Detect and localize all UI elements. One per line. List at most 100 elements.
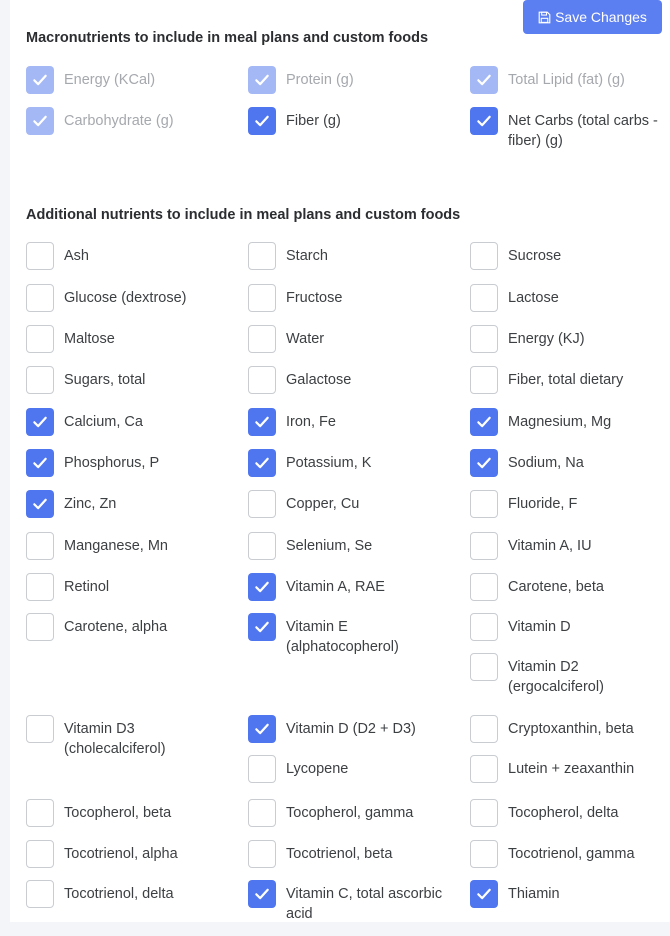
nutrient-checkbox[interactable] [470,366,498,394]
nutrient-option-tocopherol-gamma[interactable]: Tocopherol, gamma [248,799,470,827]
nutrient-option-sugars-total[interactable]: Sugars, total [26,366,248,394]
nutrient-option-vitamin-d2-ergocalciferol[interactable]: Vitamin D2 (ergocalciferol) [470,653,670,697]
nutrient-option-galactose[interactable]: Galactose [248,366,470,394]
nutrient-option-lactose[interactable]: Lactose [470,284,670,312]
save-changes-button[interactable]: Save Changes [523,0,662,34]
nutrient-option-net-carbs-total-carbs-fiber-g[interactable]: Net Carbs (total carbs - fiber) (g) [470,107,670,151]
nutrient-checkbox[interactable] [26,715,54,743]
nutrient-checkbox[interactable] [248,715,276,743]
nutrient-checkbox[interactable] [470,573,498,601]
nutrient-checkbox[interactable] [470,408,498,436]
nutrient-checkbox[interactable] [470,284,498,312]
additional-nutrient-column: Fructose [248,284,470,324]
additional-nutrient-column: Copper, Cu [248,490,470,530]
nutrient-option-magnesium-mg[interactable]: Magnesium, Mg [470,408,670,436]
nutrient-checkbox[interactable] [470,840,498,868]
nutrient-option-sucrose[interactable]: Sucrose [470,242,670,270]
nutrient-checkbox[interactable] [470,449,498,477]
nutrient-option-maltose[interactable]: Maltose [26,325,248,353]
nutrient-option-iron-fe[interactable]: Iron, Fe [248,408,470,436]
nutrient-option-tocotrienol-alpha[interactable]: Tocotrienol, alpha [26,840,248,868]
nutrient-option-vitamin-a-rae[interactable]: Vitamin A, RAE [248,573,470,601]
nutrient-option-cryptoxanthin-beta[interactable]: Cryptoxanthin, beta [470,715,670,743]
nutrient-option-fiber-total-dietary[interactable]: Fiber, total dietary [470,366,670,394]
nutrient-checkbox[interactable] [248,408,276,436]
nutrient-option-sodium-na[interactable]: Sodium, Na [470,449,670,477]
nutrient-option-lycopene[interactable]: Lycopene [248,755,470,783]
nutrient-option-vitamin-d-d2-d3[interactable]: Vitamin D (D2 + D3) [248,715,470,743]
nutrient-checkbox[interactable] [470,242,498,270]
nutrient-checkbox[interactable] [248,840,276,868]
nutrient-option-carotene-beta[interactable]: Carotene, beta [470,573,670,601]
nutrient-checkbox[interactable] [26,366,54,394]
nutrient-checkbox[interactable] [26,799,54,827]
nutrient-option-potassium-k[interactable]: Potassium, K [248,449,470,477]
nutrient-checkbox[interactable] [470,490,498,518]
nutrient-option-selenium-se[interactable]: Selenium, Se [248,532,470,560]
nutrient-checkbox[interactable] [248,573,276,601]
nutrient-option-fiber-g[interactable]: Fiber (g) [248,107,470,135]
nutrient-checkbox[interactable] [248,366,276,394]
nutrient-checkbox[interactable] [470,653,498,681]
nutrient-checkbox[interactable] [26,532,54,560]
nutrient-checkbox[interactable] [248,284,276,312]
nutrient-checkbox[interactable] [248,490,276,518]
nutrient-checkbox[interactable] [26,573,54,601]
nutrient-option-vitamin-e-alphatocopherol[interactable]: Vitamin E (alphatocopherol) [248,613,470,657]
nutrient-checkbox[interactable] [248,532,276,560]
nutrient-checkbox[interactable] [248,107,276,135]
nutrient-option-phosphorus-p[interactable]: Phosphorus, P [26,449,248,477]
nutrient-checkbox[interactable] [26,284,54,312]
nutrient-checkbox[interactable] [248,325,276,353]
nutrient-checkbox[interactable] [470,799,498,827]
nutrient-checkbox[interactable] [248,613,276,641]
nutrient-option-energy-kj[interactable]: Energy (KJ) [470,325,670,353]
nutrient-checkbox[interactable] [26,449,54,477]
nutrient-option-tocopherol-delta[interactable]: Tocopherol, delta [470,799,670,827]
nutrient-option-manganese-mn[interactable]: Manganese, Mn [26,532,248,560]
additional-nutrient-row: Tocopherol, beta Tocopherol, gamma Tocophe… [26,799,670,839]
nutrient-option-tocotrienol-beta[interactable]: Tocotrienol, beta [248,840,470,868]
nutrient-checkbox[interactable] [26,880,54,908]
nutrient-checkbox[interactable] [470,715,498,743]
additional-nutrient-row: Tocotrienol, delta Vitamin C, total ascor… [26,880,670,936]
nutrient-checkbox[interactable] [248,755,276,783]
nutrient-option-tocotrienol-delta[interactable]: Tocotrienol, delta [26,880,248,908]
nutrient-option-retinol[interactable]: Retinol [26,573,248,601]
nutrient-checkbox[interactable] [248,880,276,908]
nutrient-checkbox[interactable] [470,532,498,560]
nutrient-option-vitamin-d[interactable]: Vitamin D [470,613,670,641]
nutrient-option-starch[interactable]: Starch [248,242,470,270]
nutrient-checkbox[interactable] [26,242,54,270]
nutrient-checkbox[interactable] [470,613,498,641]
nutrient-option-vitamin-a-iu[interactable]: Vitamin A, IU [470,532,670,560]
nutrient-checkbox[interactable] [26,408,54,436]
nutrient-option-vitamin-d3-cholecalciferol[interactable]: Vitamin D3 (cholecalciferol) [26,715,248,759]
nutrient-checkbox[interactable] [248,799,276,827]
nutrient-option-thiamin[interactable]: Thiamin [470,880,670,908]
nutrient-option-copper-cu[interactable]: Copper, Cu [248,490,470,518]
nutrient-option-vitamin-c-total-ascorbic-acid[interactable]: Vitamin C, total ascorbic acid [248,880,470,924]
nutrient-checkbox[interactable] [470,880,498,908]
nutrient-option-glucose-dextrose[interactable]: Glucose (dextrose) [26,284,248,312]
nutrient-checkbox[interactable] [248,242,276,270]
nutrient-option-lutein-zeaxanthin[interactable]: Lutein + zeaxanthin [470,755,670,783]
nutrient-option-tocotrienol-gamma[interactable]: Tocotrienol, gamma [470,840,670,868]
nutrient-checkbox[interactable] [26,840,54,868]
nutrient-option-tocopherol-beta[interactable]: Tocopherol, beta [26,799,248,827]
nutrient-checkbox[interactable] [26,613,54,641]
nutrient-option-fructose[interactable]: Fructose [248,284,470,312]
nutrient-checkbox[interactable] [248,449,276,477]
nutrient-checkbox[interactable] [26,490,54,518]
nutrient-checkbox[interactable] [26,325,54,353]
nutrient-option-calcium-ca[interactable]: Calcium, Ca [26,408,248,436]
nutrient-option-zinc-zn[interactable]: Zinc, Zn [26,490,248,518]
nutrient-option-ash[interactable]: Ash [26,242,248,270]
nutrient-checkbox[interactable] [470,325,498,353]
additional-nutrient-column: Cryptoxanthin, beta Lutein + zeaxanthin [470,715,670,795]
nutrient-option-water[interactable]: Water [248,325,470,353]
nutrient-option-carotene-alpha[interactable]: Carotene, alpha [26,613,248,641]
nutrient-checkbox[interactable] [470,107,498,135]
nutrient-option-fluoride-f[interactable]: Fluoride, F [470,490,670,518]
nutrient-checkbox[interactable] [470,755,498,783]
